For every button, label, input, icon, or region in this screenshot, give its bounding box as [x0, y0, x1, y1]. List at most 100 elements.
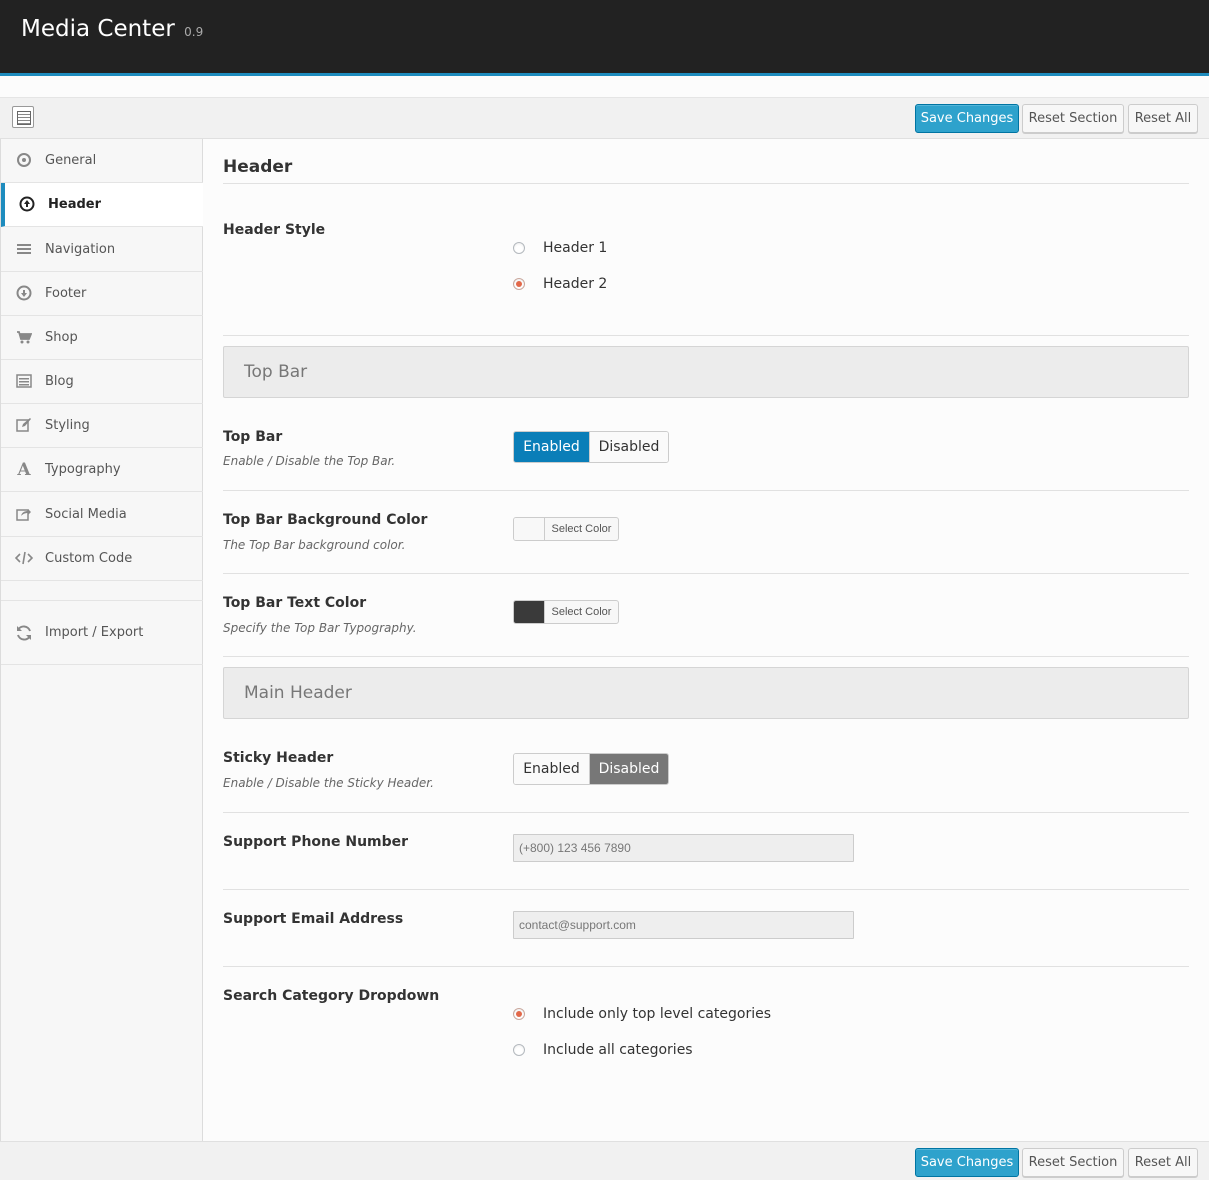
sidebar-item-navigation[interactable]: Navigation [1, 228, 203, 272]
sidebar-item-header[interactable]: Header [1, 183, 203, 227]
support-phone-label: Support Phone Number [223, 834, 409, 850]
divider [223, 490, 1189, 491]
arrow-up-circle-icon [18, 196, 36, 214]
sidebar-item-label: Footer [45, 286, 87, 301]
sticky-header-disabled-button[interactable]: Disabled [589, 754, 668, 784]
top-bar-text-color-picker[interactable]: Select Color [513, 600, 619, 624]
sidebar-item-general[interactable]: General [1, 139, 203, 183]
header-style-option-2[interactable]: Header 2 [513, 276, 607, 292]
group-title: Top Bar [244, 362, 308, 382]
divider [223, 812, 1189, 813]
sidebar-separator [1, 581, 203, 601]
radio-label: Header 1 [543, 240, 608, 256]
sticky-header-enabled-button[interactable]: Enabled [514, 754, 589, 784]
color-swatch[interactable] [514, 518, 545, 540]
radio-button-checked[interactable] [513, 278, 525, 290]
section-group-main-header: Main Header [223, 667, 1189, 719]
sidebar-item-footer[interactable]: Footer [1, 272, 203, 316]
divider [223, 335, 1189, 336]
top-bar-description: Enable / Disable the Top Bar. [223, 454, 396, 468]
reset-all-button[interactable]: Reset All [1128, 104, 1198, 133]
save-button[interactable]: Save Changes [915, 1148, 1019, 1177]
sidebar: General Header Navigation Footer Shop Bl… [0, 139, 203, 1141]
reset-section-button[interactable]: Reset Section [1022, 104, 1124, 133]
support-email-label: Support Email Address [223, 911, 404, 927]
code-icon [14, 550, 34, 568]
share-icon [15, 506, 33, 524]
menu-lines-icon [15, 241, 33, 259]
top-bar-bg-color-label: Top Bar Background Color [223, 512, 428, 528]
divider [223, 889, 1189, 890]
divider [223, 183, 1189, 184]
select-color-button[interactable]: Select Color [545, 601, 618, 623]
sidebar-item-label: Custom Code [45, 551, 133, 566]
radio-label: Include all categories [543, 1042, 693, 1058]
top-bar-enabled-button[interactable]: Enabled [514, 432, 589, 462]
top-bar-text-color-label: Top Bar Text Color [223, 595, 367, 611]
sidebar-item-typography[interactable]: A Typography [1, 448, 203, 492]
expand-options-icon[interactable] [12, 106, 34, 128]
header-style-option-1[interactable]: Header 1 [513, 240, 607, 256]
refresh-icon [15, 624, 33, 642]
sticky-header-label: Sticky Header [223, 750, 334, 766]
sidebar-item-label: Blog [45, 374, 74, 389]
sidebar-item-label: Navigation [45, 242, 116, 257]
font-icon: A [17, 460, 31, 480]
top-toolbar: Save Changes Reset Section Reset All [0, 98, 1209, 139]
app-title: Media Center 0.9 [21, 16, 203, 42]
sidebar-item-label: General [45, 153, 97, 168]
sidebar-item-label: Typography [45, 462, 121, 477]
top-bar-toggle: Enabled Disabled [513, 431, 669, 463]
section-group-top-bar: Top Bar [223, 346, 1189, 398]
divider [223, 966, 1189, 967]
divider [223, 573, 1189, 574]
search-category-dropdown-label: Search Category Dropdown [223, 988, 440, 1004]
reset-all-button[interactable]: Reset All [1128, 1148, 1198, 1177]
page-title: Header [223, 157, 293, 177]
list-icon [15, 373, 33, 391]
sticky-header-toggle: Enabled Disabled [513, 753, 669, 785]
sidebar-item-import-export[interactable]: Import / Export [1, 601, 203, 665]
sidebar-item-blog[interactable]: Blog [1, 360, 203, 404]
app-version: 0.9 [184, 25, 204, 39]
top-bar-label: Top Bar [223, 429, 283, 445]
header-style-label: Header Style [223, 222, 326, 238]
sidebar-item-label: Header [48, 197, 102, 212]
sidebar-item-custom-code[interactable]: Custom Code [1, 537, 203, 581]
radio-label: Include only top level categories [543, 1006, 771, 1022]
bottom-toolbar: Save Changes Reset Section Reset All [0, 1141, 1209, 1180]
header-spacer [0, 76, 1209, 98]
top-bar-bg-color-description: The Top Bar background color. [223, 538, 406, 552]
search-category-option-top-level[interactable]: Include only top level categories [513, 1006, 771, 1022]
color-swatch[interactable] [514, 601, 545, 623]
top-bar-disabled-button[interactable]: Disabled [589, 432, 668, 462]
sidebar-item-label: Social Media [45, 507, 127, 522]
support-email-input[interactable]: contact@support.com [513, 911, 854, 939]
app-title-text: Media Center [21, 16, 175, 42]
cart-icon [15, 329, 33, 347]
select-color-button[interactable]: Select Color [545, 518, 618, 540]
top-bar-bg-color-picker[interactable]: Select Color [513, 517, 619, 541]
edit-icon [15, 417, 33, 435]
divider [223, 656, 1189, 657]
reset-section-button[interactable]: Reset Section [1022, 1148, 1124, 1177]
circle-dot-icon [15, 152, 33, 170]
sidebar-item-label: Shop [45, 330, 78, 345]
top-bar-text-color-description: Specify the Top Bar Typography. [223, 621, 417, 635]
search-category-option-all[interactable]: Include all categories [513, 1042, 693, 1058]
group-title: Main Header [244, 683, 352, 703]
sidebar-item-styling[interactable]: Styling [1, 404, 203, 448]
radio-button-checked[interactable] [513, 1008, 525, 1020]
sticky-header-description: Enable / Disable the Sticky Header. [223, 776, 434, 790]
support-phone-input[interactable]: (+800) 123 456 7890 [513, 834, 854, 862]
sidebar-item-shop[interactable]: Shop [1, 316, 203, 360]
sidebar-item-label: Import / Export [45, 625, 144, 640]
radio-button[interactable] [513, 242, 525, 254]
radio-button[interactable] [513, 1044, 525, 1056]
save-button[interactable]: Save Changes [915, 104, 1019, 133]
sidebar-item-social-media[interactable]: Social Media [1, 493, 203, 537]
sidebar-item-label: Styling [45, 418, 90, 433]
arrow-down-circle-icon [15, 285, 33, 303]
app-header: Media Center 0.9 [0, 0, 1209, 76]
radio-label: Header 2 [543, 276, 608, 292]
